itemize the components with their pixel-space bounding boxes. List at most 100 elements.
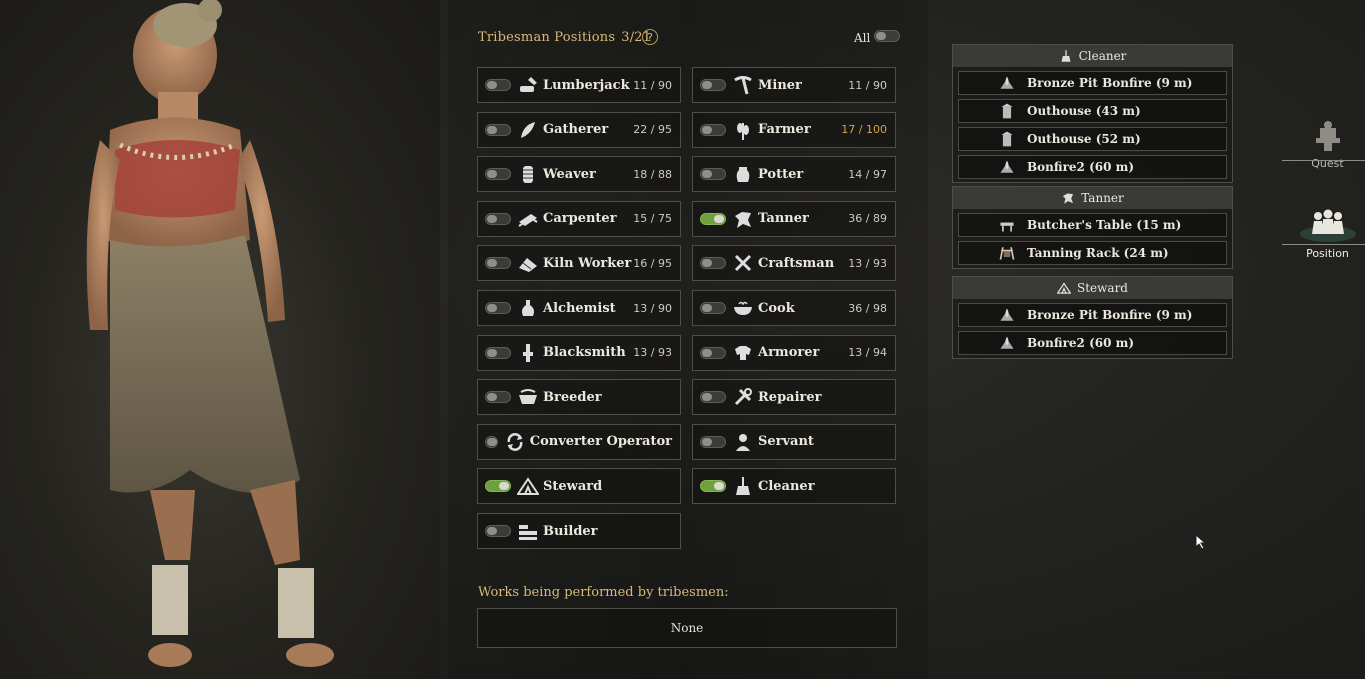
anvil-icon: [517, 342, 539, 364]
position-toggle[interactable]: [485, 302, 511, 314]
position-toggle[interactable]: [700, 212, 726, 225]
position-label: Farmer: [758, 122, 811, 138]
quest-icon: [1315, 121, 1340, 151]
trough-icon: [517, 386, 539, 408]
position-toggle[interactable]: [485, 123, 511, 136]
building-row[interactable]: Butcher's Table (15 m): [958, 213, 1227, 237]
position-label: Tanner: [758, 211, 809, 227]
position-label: Cook: [758, 300, 795, 316]
building-row[interactable]: Bronze Pit Bonfire (9 m): [958, 71, 1227, 95]
position-label: Miner: [758, 77, 802, 93]
position-card-breeder[interactable]: Breeder: [477, 379, 681, 416]
hide-icon: [732, 208, 754, 230]
building-row[interactable]: Bonfire2 (60 m): [958, 155, 1227, 179]
help-icon[interactable]: ?: [642, 29, 658, 45]
position-toggle[interactable]: [485, 346, 511, 359]
pickaxe-icon: [732, 74, 754, 96]
quest-button[interactable]: Quest: [1290, 120, 1365, 170]
building-row[interactable]: Outhouse (43 m): [958, 99, 1227, 123]
position-toggle[interactable]: [700, 168, 726, 181]
position-count: 11 / 90: [848, 78, 887, 92]
position-card-miner[interactable]: Miner 11 / 90: [692, 67, 896, 103]
position-label: Weaver: [543, 166, 596, 182]
building-label: Bonfire2 (60 m): [1027, 336, 1135, 350]
position-card-kiln-worker[interactable]: Kiln Worker 16 / 95: [477, 245, 681, 282]
bricks-stack-icon: [517, 520, 539, 542]
position-card-tanner[interactable]: Tanner 36 / 89: [692, 200, 896, 237]
position-card-repairer[interactable]: Repairer: [692, 379, 896, 416]
positions-title: Tribesman Positions 3/21: [478, 30, 651, 45]
position-toggle[interactable]: [700, 435, 726, 448]
position-card-weaver[interactable]: Weaver 18 / 88: [477, 156, 681, 193]
position-label: Builder: [543, 523, 598, 539]
position-card-alchemist[interactable]: Alchemist 13 / 90: [477, 290, 681, 326]
position-card-carpenter[interactable]: Carpenter 15 / 75: [477, 200, 681, 237]
bricks-icon: [517, 252, 539, 274]
position-card-builder[interactable]: Builder: [477, 513, 681, 549]
position-card-blacksmith[interactable]: Blacksmith 13 / 93: [477, 334, 681, 371]
building-row[interactable]: Outhouse (52 m): [958, 127, 1227, 151]
broom-icon: [736, 477, 750, 496]
building-row[interactable]: Bonfire2 (60 m): [958, 331, 1227, 355]
position-card-farmer[interactable]: Farmer 17 / 100: [692, 111, 896, 148]
position-toggle[interactable]: [485, 79, 511, 91]
position-card-potter[interactable]: Potter 14 / 97: [692, 156, 896, 193]
tent-icon: [517, 475, 539, 497]
position-toggle[interactable]: [485, 212, 511, 225]
position-toggle[interactable]: [485, 257, 511, 270]
position-toggle[interactable]: [700, 79, 726, 91]
building-label: Bonfire2 (60 m): [1027, 160, 1135, 174]
tent-icon: [1057, 282, 1071, 294]
position-toggle[interactable]: [485, 168, 511, 181]
table-icon: [997, 216, 1017, 234]
bonfire-icon: [1000, 160, 1014, 173]
position-toggle[interactable]: [700, 123, 726, 136]
people-group-icon: [1299, 209, 1356, 242]
position-toggle[interactable]: [485, 525, 511, 537]
hide-icon: [735, 211, 751, 228]
position-card-armorer[interactable]: Armorer 13 / 94: [692, 334, 896, 371]
building-label: Outhouse (43 m): [1027, 104, 1141, 118]
building-row[interactable]: Bronze Pit Bonfire (9 m): [958, 303, 1227, 327]
axe-log-icon: [520, 77, 537, 92]
position-count: 36 / 98: [848, 301, 887, 315]
position-count: 13 / 90: [633, 301, 672, 315]
building-label: Butcher's Table (15 m): [1027, 218, 1182, 232]
position-toggle[interactable]: [700, 346, 726, 359]
armor-icon: [735, 345, 751, 360]
wrench-icon: [734, 388, 752, 406]
position-card-lumberjack[interactable]: Lumberjack 11 / 90: [477, 67, 681, 103]
position-label: Position: [1306, 247, 1349, 260]
position-toggle[interactable]: [700, 391, 726, 404]
position-toggle[interactable]: [485, 391, 511, 404]
position-toggle[interactable]: [700, 480, 726, 493]
position-button[interactable]: Position: [1290, 208, 1365, 260]
building-row[interactable]: Tanning Rack (24 m): [958, 241, 1227, 265]
building-label: Outhouse (52 m): [1027, 132, 1141, 146]
position-card-cook[interactable]: Cook 36 / 98: [692, 290, 896, 326]
position-card-converter-operator[interactable]: Converter Operator: [477, 423, 681, 460]
position-card-steward[interactable]: Steward: [477, 468, 681, 505]
wrench-icon: [732, 386, 754, 408]
position-toggle[interactable]: [485, 480, 511, 493]
position-toggle[interactable]: [485, 435, 498, 448]
position-card-servant[interactable]: Servant: [692, 423, 896, 460]
position-toggle[interactable]: [700, 257, 726, 270]
position-label: Breeder: [543, 389, 602, 405]
all-toggle[interactable]: [874, 30, 900, 42]
position-label: Cleaner: [758, 478, 815, 494]
position-card-craftsman[interactable]: Craftsman 13 / 93: [692, 245, 896, 282]
position-label: Kiln Worker: [543, 255, 632, 271]
broom-icon: [1061, 50, 1071, 62]
position-card-cleaner[interactable]: Cleaner: [692, 468, 896, 505]
position-toggle[interactable]: [700, 302, 726, 314]
position-card-gatherer[interactable]: Gatherer 22 / 95: [477, 111, 681, 148]
bricks-stack-icon: [519, 525, 537, 540]
group-header: Steward: [953, 277, 1232, 299]
bonfire-icon: [997, 158, 1017, 176]
character-preview: [0, 0, 440, 679]
position-divider: [1282, 244, 1365, 245]
tent-icon: [517, 477, 539, 496]
outhouse-icon: [1001, 131, 1013, 147]
assignment-group-tanner: Tanner Butcher's Table (15 m) Tanning Rack…: [952, 186, 1233, 269]
